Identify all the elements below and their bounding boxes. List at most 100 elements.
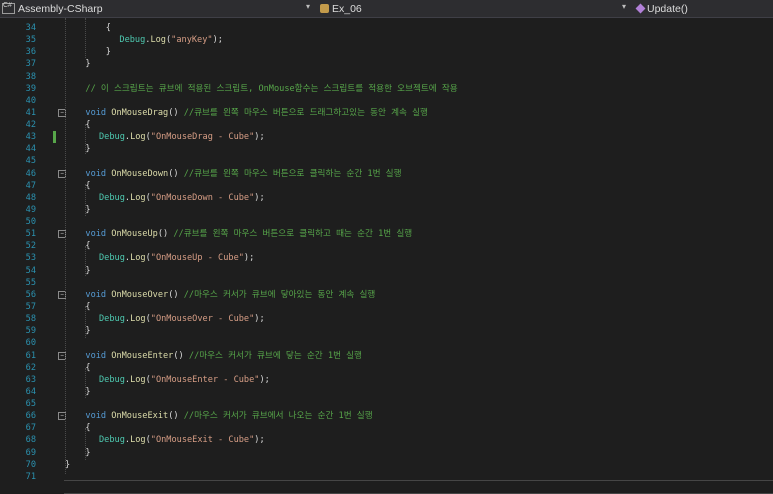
line-number: 54	[25, 265, 36, 276]
code-token: Log	[130, 132, 146, 143]
code-token: Log	[130, 374, 146, 385]
code-line[interactable]: 44}	[0, 143, 773, 155]
code-editor[interactable]: 34{35 Debug.Log("anyKey"); 36} 37} 38 39// 이 …	[0, 18, 773, 494]
code-line[interactable]: 67 {	[0, 422, 773, 434]
code-line[interactable]: 54}	[0, 265, 773, 277]
code-token: void	[85, 289, 112, 300]
code-line[interactable]: 60	[0, 337, 773, 349]
code-token: Log	[130, 192, 146, 203]
code-line[interactable]: 55	[0, 277, 773, 289]
code-token: OnMouseExit	[111, 411, 169, 422]
code-text: }	[106, 46, 111, 58]
code-line[interactable]: 63 Debug.Log("OnMouseEnter - Cube");	[0, 374, 773, 386]
code-line[interactable]: 48 Debug.Log("OnMouseDown - Cube");	[0, 192, 773, 204]
line-number: 37	[25, 59, 36, 70]
code-line[interactable]: 37}	[0, 58, 773, 70]
line-number: 47	[25, 180, 36, 191]
line-number: 70	[25, 459, 36, 470]
code-text: }	[85, 265, 90, 277]
code-token: );	[212, 35, 223, 46]
code-token: Debug	[99, 192, 125, 203]
code-line[interactable]: 70}	[0, 459, 773, 471]
code-line[interactable]: 46− void OnMouseDown() //큐브를 왼쪽 마우스 버튼으로 …	[0, 168, 773, 180]
code-token: OnMouseUp	[111, 229, 158, 240]
code-token: OnMouseDrag	[111, 107, 169, 118]
line-number: 41	[25, 107, 36, 118]
code-line[interactable]: 57 {	[0, 301, 773, 313]
code-line[interactable]: 35 Debug.Log("anyKey");	[0, 34, 773, 46]
code-line[interactable]: 42 {	[0, 119, 773, 131]
code-token: Log	[130, 314, 146, 325]
project-dropdown[interactable]: Assembly-CSharp ▾	[0, 0, 318, 17]
indent-guide	[65, 18, 66, 474]
code-token: Debug	[99, 132, 125, 143]
code-text: Debug.Log("OnMouseDown - Cube");	[99, 192, 265, 204]
code-token: }	[85, 204, 91, 215]
code-line[interactable]: 59}	[0, 325, 773, 337]
code-token: Debug	[99, 253, 125, 264]
code-token: "anyKey"	[171, 35, 213, 46]
code-line[interactable]: 69}	[0, 447, 773, 459]
code-line[interactable]: 65	[0, 398, 773, 410]
code-token: }	[85, 447, 91, 458]
line-number: 58	[25, 314, 36, 325]
code-line[interactable]: 45	[0, 155, 773, 167]
chevron-down-icon: ▾	[306, 2, 311, 11]
code-line[interactable]: 52 {	[0, 240, 773, 252]
code-line[interactable]: 41− void OnMouseDrag() //큐브를 왼쪽 마우스 버튼으로 …	[0, 107, 773, 119]
code-line[interactable]: 43 Debug.Log("OnMouseDrag - Cube");	[0, 131, 773, 144]
code-line[interactable]: 53 Debug.Log("OnMouseUp - Cube");	[0, 252, 773, 264]
code-line[interactable]: 36}	[0, 46, 773, 58]
line-number: 38	[25, 71, 36, 82]
code-line[interactable]: 39 // 이 스크립트는 큐브에 적용된 스크립트, OnMouse함수는 스크…	[0, 83, 773, 95]
method-dropdown[interactable]: Update()	[635, 0, 773, 17]
line-number: 53	[25, 253, 36, 264]
code-text: {	[85, 240, 90, 252]
code-line[interactable]: 38	[0, 71, 773, 83]
indent-guide	[85, 184, 86, 216]
code-token: OnMouseDown	[111, 168, 169, 179]
code-line[interactable]: 56− void OnMouseOver() //마우스 커서가 큐브에 닿아있는…	[0, 289, 773, 301]
code-text: }	[85, 143, 90, 155]
code-token: {	[85, 241, 91, 252]
code-token: //큐브를 왼쪽 마우스 버튼으로 클릭하는 순간 1번 실행	[183, 168, 402, 179]
code-token: );	[254, 435, 265, 446]
code-token: }	[85, 326, 91, 337]
code-token: //큐브를 왼쪽 마우스 버튼으로 드래그하고있는 동안 계속 실행	[183, 107, 428, 118]
code-text: }	[85, 325, 90, 337]
indent-guide	[85, 306, 86, 338]
class-name: Ex_06	[332, 2, 362, 15]
line-number: 64	[25, 386, 36, 397]
code-line[interactable]: 61− void OnMouseEnter() //마우스 커서가 큐브에 닿는 …	[0, 350, 773, 362]
line-number: 40	[25, 95, 36, 106]
code-token: //마우스 커서가 큐브에 닿는 순간 1번 실행	[188, 350, 362, 361]
line-number: 60	[25, 338, 36, 349]
method-icon	[635, 3, 646, 14]
indent-guide	[85, 246, 86, 276]
code-token: ()	[173, 350, 189, 361]
code-token: Debug	[99, 314, 125, 325]
indent-guide	[85, 18, 86, 58]
csharp-project-icon	[2, 2, 15, 14]
code-line[interactable]: 47 {	[0, 180, 773, 192]
code-line[interactable]: 40	[0, 95, 773, 107]
code-line[interactable]: 68 Debug.Log("OnMouseExit - Cube");	[0, 434, 773, 446]
code-line[interactable]: 51− void OnMouseUp() //큐브를 왼쪽 마우스 버튼으로 클릭…	[0, 228, 773, 240]
line-number: 62	[25, 362, 36, 373]
code-line[interactable]: 64}	[0, 386, 773, 398]
line-number: 36	[25, 47, 36, 58]
code-token: // 이 스크립트는 큐브에 적용된 스크립트, OnMouse함수는 스크립트…	[85, 83, 458, 94]
code-text: Debug.Log("OnMouseUp - Cube");	[99, 252, 254, 264]
code-line[interactable]: 49}	[0, 204, 773, 216]
line-number: 63	[25, 374, 36, 385]
line-number: 56	[25, 289, 36, 300]
code-text: }	[85, 447, 90, 459]
code-line[interactable]: 34 {	[0, 22, 773, 34]
code-line[interactable]: 66− void OnMouseExit() //마우스 커서가 큐브에서 나오는…	[0, 410, 773, 422]
code-token: {	[85, 362, 91, 373]
code-line[interactable]: 50	[0, 216, 773, 228]
code-line[interactable]: 58 Debug.Log("OnMouseOver - Cube");	[0, 313, 773, 325]
class-dropdown[interactable]: Ex_06 ▾	[320, 0, 632, 17]
code-line[interactable]: 62 {	[0, 362, 773, 374]
code-token: ()	[168, 289, 184, 300]
